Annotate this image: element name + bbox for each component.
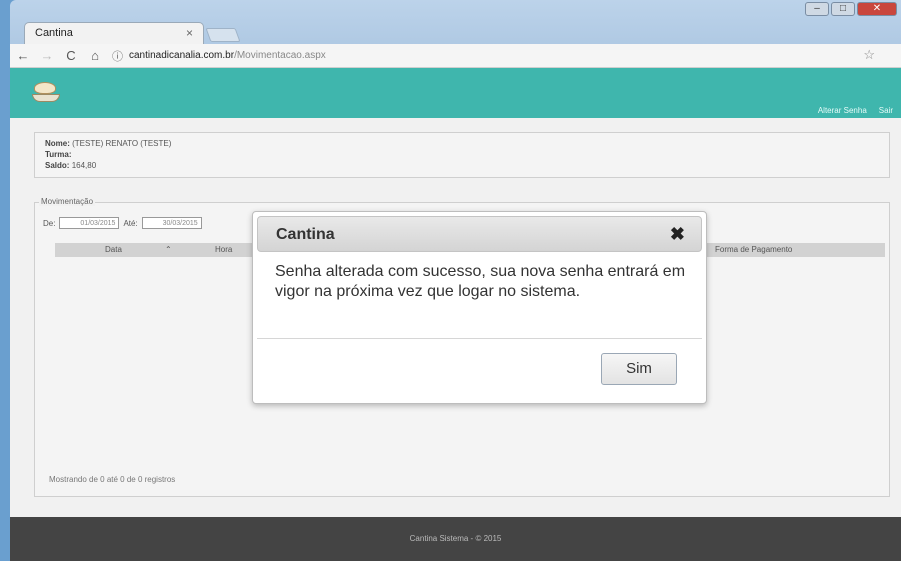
de-date-input[interactable]: 01/03/2015	[59, 217, 120, 229]
dialog-title: Cantina	[276, 226, 335, 243]
site-header: Alterar Senha Sair	[10, 68, 901, 118]
confirm-button[interactable]: Sim	[601, 353, 677, 385]
tab-close-icon[interactable]: ×	[186, 26, 193, 40]
dialog-message: Senha alterada com sucesso, sua nova sen…	[275, 263, 686, 300]
change-password-link[interactable]: Alterar Senha	[818, 106, 867, 115]
info-icon[interactable]: ⓘ	[112, 48, 123, 64]
sort-icon[interactable]: ⌃	[165, 245, 172, 254]
reload-icon[interactable]: C	[64, 48, 78, 63]
address-host: cantinadicanalia.com.br	[129, 50, 235, 61]
date-filter: De: 01/03/2015 Até: 30/03/2015	[43, 217, 202, 229]
address-bar[interactable]: ⓘ cantinadicanalia.com.br /Movimentacao.…	[112, 47, 871, 65]
turma-label: Turma:	[45, 150, 72, 159]
bookmark-star-icon[interactable]: ☆	[863, 47, 875, 63]
forward-icon[interactable]: →	[40, 48, 54, 63]
window-close-button[interactable]: ✕	[857, 2, 897, 16]
ate-date-input[interactable]: 30/03/2015	[141, 217, 202, 229]
new-tab-button[interactable]	[205, 28, 241, 42]
movimentacao-legend: Movimentação	[39, 197, 96, 206]
back-icon[interactable]: ←	[16, 48, 30, 63]
dialog-divider	[257, 338, 702, 339]
coffee-cup-logo-icon	[32, 78, 60, 106]
alert-dialog: Cantina ✖ Senha alterada com sucesso, su…	[252, 211, 707, 404]
browser-tab[interactable]: Cantina ×	[24, 22, 204, 44]
home-icon[interactable]: ⌂	[88, 48, 102, 63]
ate-label: Até:	[123, 218, 138, 228]
address-path: /Movimentacao.aspx	[234, 50, 326, 61]
user-info-panel: Nome: (TESTE) RENATO (TESTE) Turma: Sald…	[34, 132, 890, 178]
de-label: De:	[43, 218, 56, 228]
header-links: Alterar Senha Sair	[818, 106, 893, 115]
tab-title: Cantina	[35, 27, 73, 39]
column-hora[interactable]: Hora	[215, 245, 232, 254]
column-forma-pagamento[interactable]: Forma de Pagamento	[715, 245, 792, 254]
browser-toolbar: ← → C ⌂ ⓘ cantinadicanalia.com.br /Movim…	[10, 44, 901, 68]
logout-link[interactable]: Sair	[879, 106, 893, 115]
site-footer: Cantina Sistema - © 2015	[10, 517, 901, 561]
column-data[interactable]: Data	[105, 245, 122, 254]
minimize-button[interactable]: –	[805, 2, 829, 16]
saldo-value: 164,80	[71, 161, 97, 170]
dialog-header: Cantina ✖	[257, 216, 702, 252]
nome-value: (TESTE) RENATO (TESTE)	[72, 139, 172, 148]
window-controls: – □ ✕	[805, 2, 897, 16]
records-info: Mostrando de 0 até 0 de 0 registros	[49, 475, 176, 484]
close-icon[interactable]: ✖	[670, 224, 685, 245]
maximize-button[interactable]: □	[831, 2, 855, 16]
saldo-label: Saldo:	[45, 161, 70, 170]
nome-label: Nome:	[45, 139, 70, 148]
